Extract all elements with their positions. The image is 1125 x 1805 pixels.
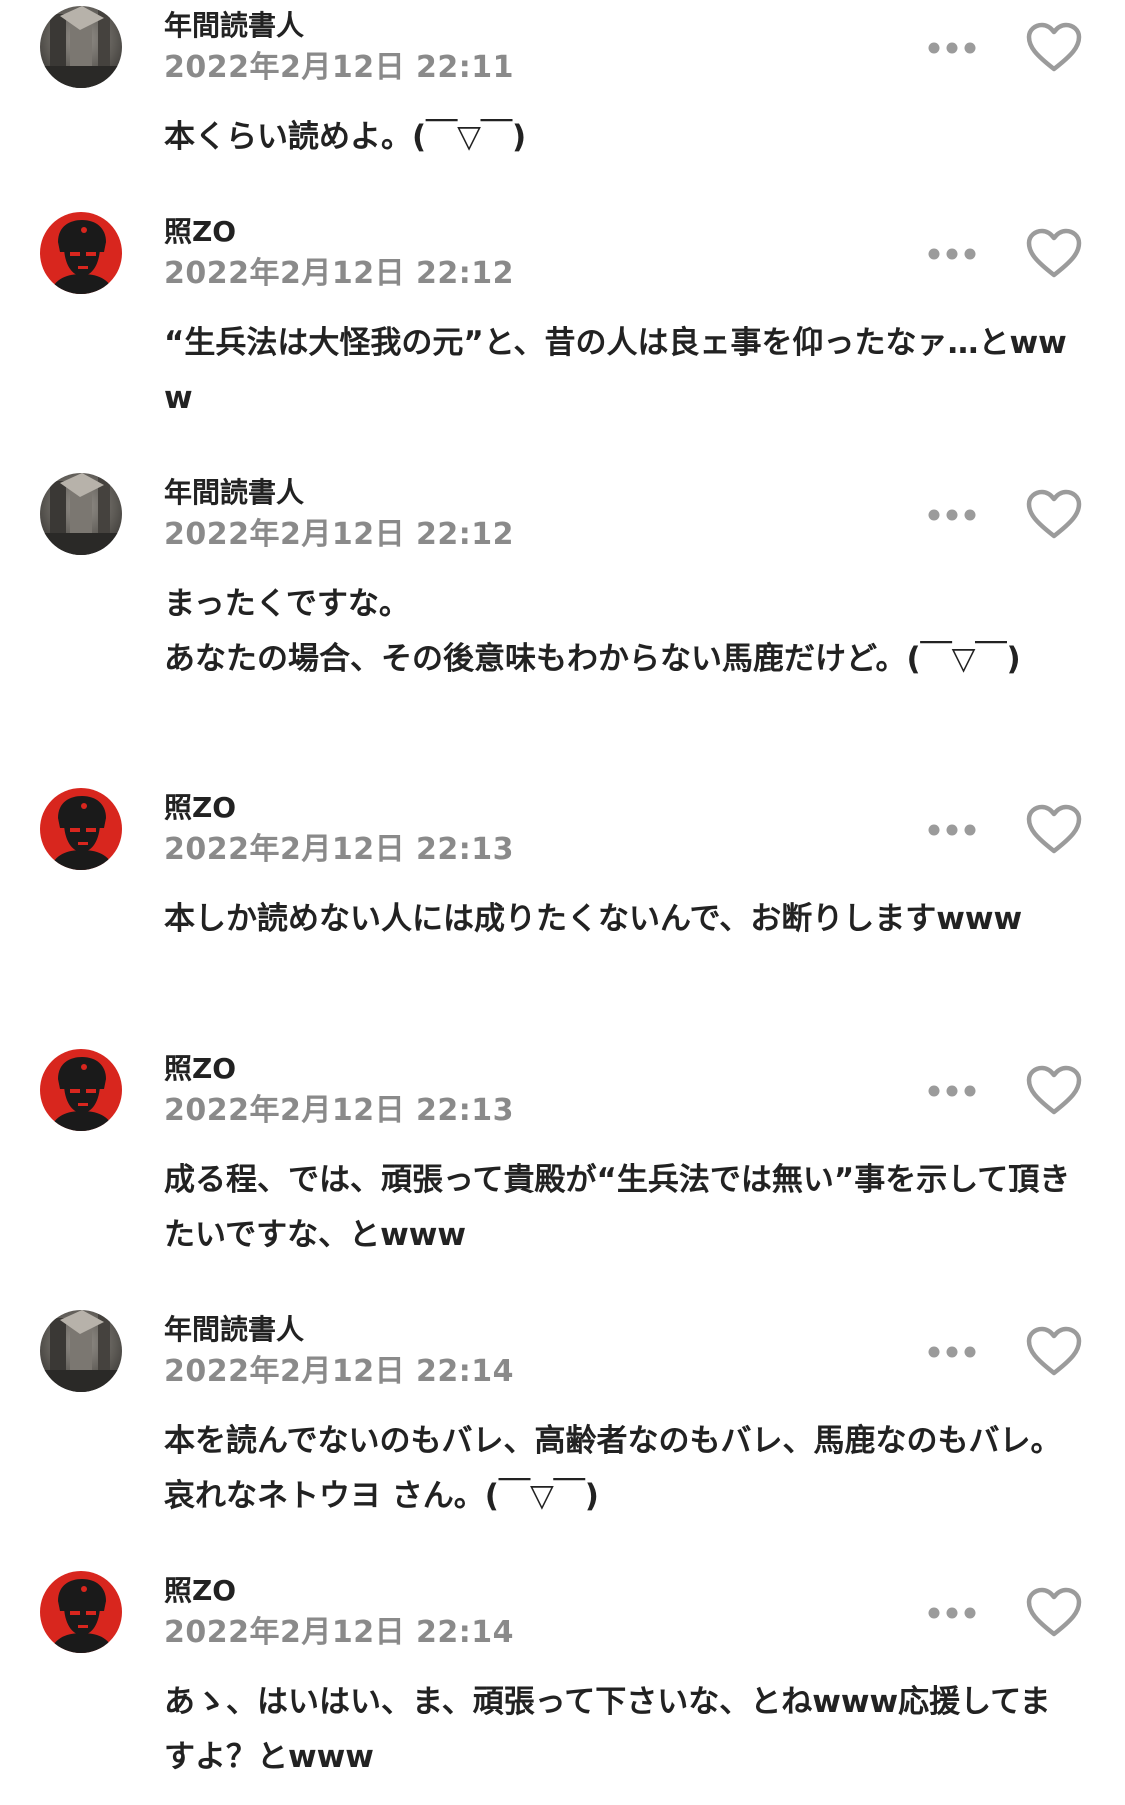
- like-button[interactable]: [1026, 1326, 1082, 1378]
- more-button[interactable]: [926, 242, 978, 266]
- comment-text: 本くらい読めよ。(￣▽￣): [164, 119, 527, 155]
- more-button[interactable]: [926, 503, 978, 527]
- comment-text: まったくですな。 あなたの場合、その後意味もわからない馬鹿だけど。(￣▽￣): [164, 586, 1021, 677]
- heart-outline-icon: [1026, 1065, 1082, 1115]
- avatar[interactable]: [40, 788, 122, 870]
- like-button[interactable]: [1026, 228, 1082, 280]
- timestamp: 2022年2月12日 22:12: [164, 256, 515, 291]
- more-dots-icon: [928, 248, 976, 260]
- more-dots-icon: [928, 1085, 976, 1097]
- avatar-red-portrait-icon: [40, 1049, 122, 1131]
- username[interactable]: 照ZO: [164, 1051, 236, 1087]
- timestamp: 2022年2月12日 22:12: [164, 517, 515, 552]
- username[interactable]: 年間読書人: [164, 8, 304, 44]
- more-button[interactable]: [926, 818, 978, 842]
- avatar[interactable]: [40, 1571, 122, 1653]
- timestamp: 2022年2月12日 22:14: [164, 1354, 515, 1389]
- heart-outline-icon: [1026, 22, 1082, 72]
- like-button[interactable]: [1026, 804, 1082, 856]
- comment-text: あゝ、はいはい、ま、頑張って下さいな、とねwww応援してますよ？とwww: [164, 1684, 1051, 1775]
- comment-text: 成る程、では、頑張って貴殿が“生兵法では無い”事を示して頂きたいですな、とwww: [164, 1162, 1071, 1253]
- comment-text: 本しか読めない人には成りたくないんで、お断りしますwww: [164, 901, 1023, 937]
- more-dots-icon: [928, 824, 976, 836]
- avatar-photo-icon: [40, 473, 122, 555]
- more-button[interactable]: [926, 36, 978, 60]
- timestamp: 2022年2月12日 22:13: [164, 1093, 515, 1128]
- username[interactable]: 照ZO: [164, 1573, 236, 1609]
- heart-outline-icon: [1026, 1326, 1082, 1376]
- timestamp: 2022年2月12日 22:13: [164, 832, 515, 867]
- comment-list: 年間読書人 2022年2月12日 22:11 本くらい読めよ。(￣▽￣) 照ZO…: [0, 0, 1125, 1805]
- heart-outline-icon: [1026, 1587, 1082, 1637]
- like-button[interactable]: [1026, 1065, 1082, 1117]
- like-button[interactable]: [1026, 1587, 1082, 1639]
- avatar-photo-icon: [40, 6, 122, 88]
- avatar[interactable]: [40, 6, 122, 88]
- avatar-red-portrait-icon: [40, 212, 122, 294]
- username[interactable]: 年間読書人: [164, 1312, 304, 1348]
- comment-text: “生兵法は大怪我の元”と、昔の人は良ェ事を仰ったなァ…とwww: [164, 325, 1067, 416]
- avatar-red-portrait-icon: [40, 788, 122, 870]
- avatar-photo-icon: [40, 1310, 122, 1392]
- heart-outline-icon: [1026, 228, 1082, 278]
- like-button[interactable]: [1026, 22, 1082, 74]
- avatar[interactable]: [40, 212, 122, 294]
- more-button[interactable]: [926, 1601, 978, 1625]
- heart-outline-icon: [1026, 804, 1082, 854]
- avatar[interactable]: [40, 1049, 122, 1131]
- avatar-red-portrait-icon: [40, 1571, 122, 1653]
- username[interactable]: 照ZO: [164, 790, 236, 826]
- timestamp: 2022年2月12日 22:11: [164, 50, 515, 85]
- more-dots-icon: [928, 1346, 976, 1358]
- more-dots-icon: [928, 1607, 976, 1619]
- more-dots-icon: [928, 42, 976, 54]
- avatar[interactable]: [40, 473, 122, 555]
- username[interactable]: 照ZO: [164, 214, 236, 250]
- more-button[interactable]: [926, 1079, 978, 1103]
- timestamp: 2022年2月12日 22:14: [164, 1615, 515, 1650]
- comment-text: 本を読んでないのもバレ、高齢者なのもバレ、馬鹿なのもバレ。哀れなネトウヨ さん。…: [164, 1423, 1062, 1514]
- avatar[interactable]: [40, 1310, 122, 1392]
- more-dots-icon: [928, 509, 976, 521]
- more-button[interactable]: [926, 1340, 978, 1364]
- username[interactable]: 年間読書人: [164, 475, 304, 511]
- heart-outline-icon: [1026, 489, 1082, 539]
- like-button[interactable]: [1026, 489, 1082, 541]
